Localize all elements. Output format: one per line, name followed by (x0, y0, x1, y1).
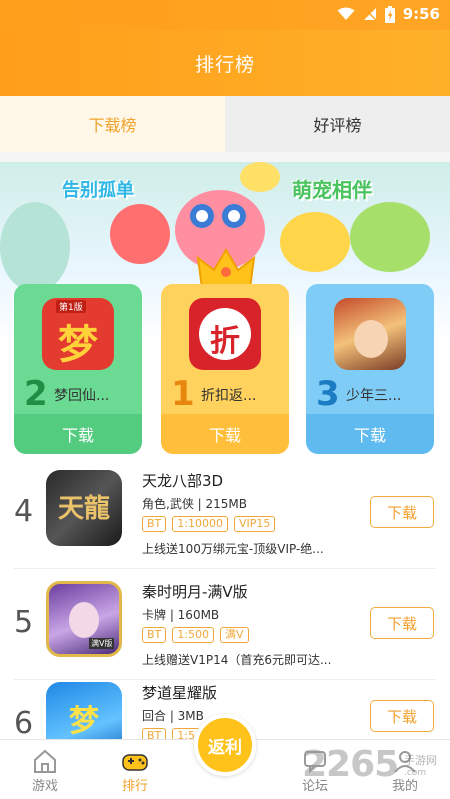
top-card-rank-2[interactable]: 第1版 梦 2 梦回仙... 下载 (14, 284, 142, 454)
game-meta: 角色,武侠 | 215MB (142, 497, 247, 511)
tabs-divider (0, 152, 450, 162)
game-meta: 回合 | 3MB (142, 709, 204, 723)
banner-decoration (240, 162, 280, 192)
rank-number: 6 (14, 706, 34, 741)
download-button[interactable]: 下载 (370, 607, 434, 639)
icon-glyph: 梦 (69, 704, 99, 739)
banner-decoration (222, 204, 246, 228)
nav-item-ranking[interactable]: 排行 (105, 744, 165, 796)
banner-title-left: 告别孤单 (62, 180, 134, 201)
top-card-rank-3[interactable]: 3 少年三... 下载 (306, 284, 434, 454)
rank-number: 3 (316, 374, 340, 414)
banner-decoration (280, 212, 350, 272)
icon-badge: 满V版 (89, 638, 115, 649)
tag: 1:10000 (172, 516, 228, 532)
icon-glyph: 折 (210, 324, 240, 359)
tag-group: BT 1:10000 VIP15 (142, 516, 276, 532)
card-body: 第1版 梦 2 梦回仙... (14, 284, 142, 414)
banner-decoration (190, 204, 214, 228)
status-icons: 9:56 (337, 5, 440, 23)
page-title: 排行榜 (194, 53, 255, 76)
status-bar: 9:56 (0, 0, 450, 30)
nav-label: 游戏 (31, 779, 58, 794)
gamepad-icon (122, 754, 148, 771)
watermark-url: .com (404, 768, 427, 778)
watermark-subtext: 手游网 (404, 754, 437, 767)
banner-title-right: 萌宠相伴 (292, 178, 372, 202)
tag: BT (142, 516, 167, 532)
banner-decoration (350, 202, 430, 272)
download-button[interactable]: 下载 (306, 414, 434, 454)
tag: 1:500 (172, 627, 214, 643)
list-item[interactable]: 4 天龍 天龙八部3D 角色,武侠 | 215MB BT 1:10000 VIP… (0, 458, 450, 569)
title-bar: 排行榜 (0, 30, 450, 96)
game-icon: 第1版 梦 (42, 298, 114, 370)
icon-glyph: 天龍 (57, 494, 110, 524)
game-name: 天龙八部3D (142, 472, 224, 490)
list-item[interactable]: 5 满V版 秦时明月-满V版 卡牌 | 160MB BT 1:500 满V 上线… (0, 569, 450, 680)
game-name: 少年三... (346, 388, 402, 404)
rebate-button[interactable]: 返利 (194, 714, 256, 776)
banner-decoration (110, 204, 170, 264)
tag-group: BT 1:500 满V (142, 627, 249, 643)
game-meta: 卡牌 | 160MB (142, 608, 220, 622)
tab-downloads[interactable]: 下载榜 (0, 96, 225, 152)
download-button[interactable]: 下载 (370, 496, 434, 528)
game-name: 秦时明月-满V版 (142, 583, 248, 601)
nav-label: 排行 (121, 779, 148, 794)
watermark-logo: 2265 手游网 .com (300, 744, 450, 794)
battery-icon (384, 5, 395, 23)
rank-number: 1 (171, 374, 195, 414)
game-icon (334, 298, 406, 370)
home-icon (34, 749, 56, 773)
status-time: 9:56 (402, 5, 440, 23)
game-icon: 天龍 (46, 470, 122, 546)
nav-item-games[interactable]: 游戏 (15, 744, 75, 796)
download-button[interactable]: 下载 (14, 414, 142, 454)
rank-number: 2 (24, 374, 48, 414)
icon-glyph: 梦 (58, 322, 98, 368)
game-name: 折扣返... (201, 388, 257, 404)
tab-ratings[interactable]: 好评榜 (225, 96, 450, 152)
game-description: 上线送100万绑元宝-顶级VIP-绝... (142, 542, 324, 556)
tag: BT (142, 627, 167, 643)
icon-face (354, 320, 388, 358)
tag: 满V (219, 627, 249, 643)
game-name: 梦道星耀版 (142, 684, 218, 702)
game-description: 上线赠送V1P14（首充6元即可达... (142, 653, 332, 667)
game-name: 梦回仙... (54, 388, 110, 404)
card-body: 折 1 折扣返... (161, 284, 289, 414)
top-card-rank-1[interactable]: 折 1 折扣返... 下载 (161, 284, 289, 454)
download-button[interactable]: 下载 (161, 414, 289, 454)
wifi-icon (337, 7, 355, 20)
game-icon: 满V版 (46, 581, 122, 657)
rank-number: 5 (14, 605, 34, 640)
download-button[interactable]: 下载 (370, 700, 434, 732)
banner-decoration (0, 202, 70, 292)
card-body: 3 少年三... (306, 284, 434, 414)
watermark-text: 2265 (302, 744, 399, 785)
tab-bar: 下载榜 好评榜 (0, 96, 450, 152)
signal-icon (363, 7, 377, 21)
rank-number: 4 (14, 494, 34, 529)
icon-face (69, 602, 99, 638)
game-icon: 折 (189, 298, 261, 370)
tag: VIP15 (233, 516, 276, 532)
